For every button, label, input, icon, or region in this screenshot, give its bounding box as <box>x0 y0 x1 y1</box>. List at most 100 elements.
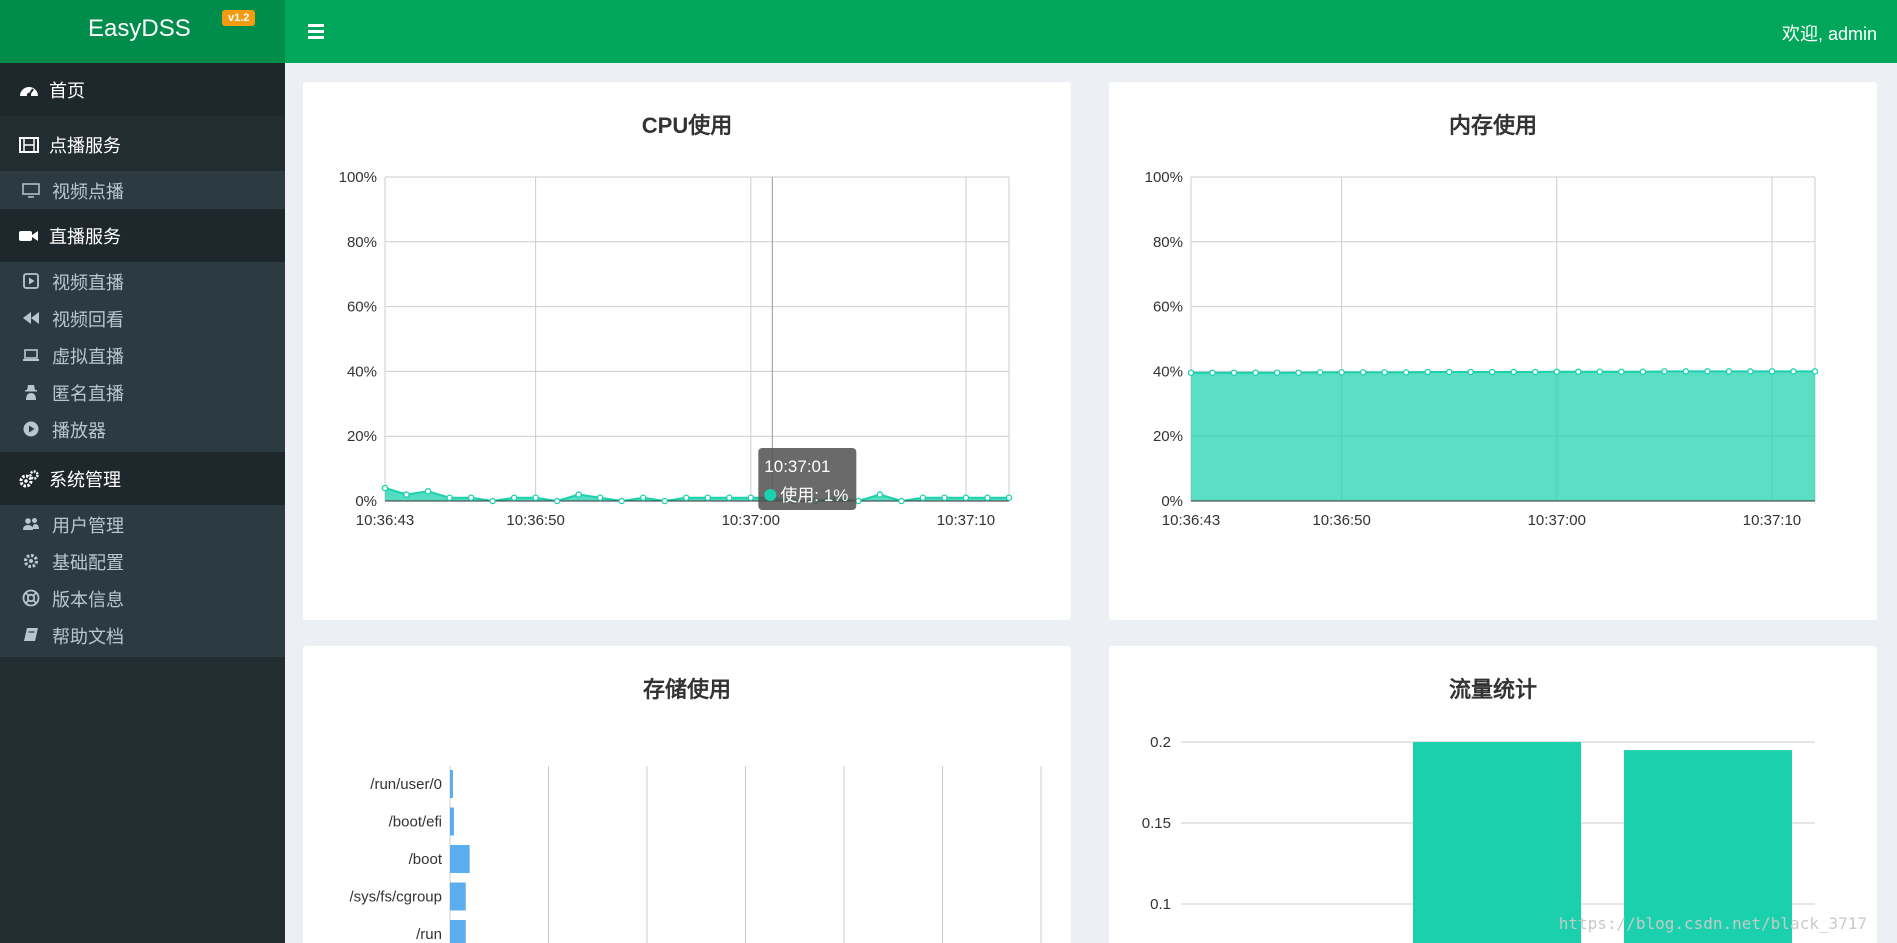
category-label: /boot/efi <box>389 814 442 831</box>
data-point <box>1575 368 1582 375</box>
tooltip-time: 10:37:01 <box>764 457 830 476</box>
data-point <box>1467 368 1474 376</box>
data-point <box>682 494 690 502</box>
category-label: /run/user/0 <box>370 776 442 793</box>
data-point <box>1682 368 1690 375</box>
sidebar: 首页 点播服务 视频点播 直播服务 视频直播 视频回看 虚拟直播 匿名直播 播放… <box>0 63 285 943</box>
traffic-stats-chart: 0.1 0.15 0.2 <box>1142 734 1815 943</box>
sidebar-item-label: 视频点播 <box>52 182 124 202</box>
play-square-icon <box>23 273 39 289</box>
tooltip-series-marker <box>764 489 777 501</box>
sidebar-section-system[interactable]: 系统管理 <box>0 452 285 505</box>
y-tick-label: 60% <box>347 299 377 316</box>
data-point <box>381 484 389 492</box>
logo-area[interactable]: EasyDSS v1.2 <box>0 0 285 63</box>
watermark: https://blog.csdn.net/black_3717 <box>1558 914 1867 933</box>
storage-bar <box>450 770 453 798</box>
data-point <box>1768 368 1776 375</box>
sidebar-item-player[interactable]: 播放器 <box>0 410 285 447</box>
sidebar-item-video-live[interactable]: 视频直播 <box>0 262 285 299</box>
data-point <box>1790 368 1797 375</box>
y-tick-label: 60% <box>1153 299 1183 316</box>
data-point <box>403 491 410 498</box>
sidebar-item-home[interactable]: 首页 <box>0 63 285 116</box>
hamburger-menu-icon[interactable] <box>303 18 329 44</box>
sidebar-item-user-management[interactable]: 用户管理 <box>0 505 285 542</box>
memory-usage-chart: 0% 20% 40% 60% 80% 100% 10:36:43 10:36:50 10:37:… <box>1145 169 1819 529</box>
sidebar-section-label: 点播服务 <box>49 136 121 156</box>
data-point <box>618 497 625 505</box>
film-icon <box>19 137 39 153</box>
sidebar-section-live[interactable]: 直播服务 <box>0 209 285 262</box>
y-tick-label: 0.15 <box>1142 815 1171 832</box>
x-tick-label: 10:36:43 <box>1162 512 1220 529</box>
storage-bar <box>450 845 470 873</box>
sidebar-item-video-playback[interactable]: 视频回看 <box>0 299 285 336</box>
y-tick-label: 0.2 <box>1150 734 1171 751</box>
sidebar-item-label: 版本信息 <box>52 590 124 610</box>
data-point <box>898 497 905 505</box>
storage-bar <box>450 807 454 836</box>
video-camera-icon <box>19 231 38 241</box>
data-point <box>1747 368 1754 375</box>
sidebar-item-label: 视频直播 <box>52 273 124 293</box>
sidebar-item-label: 用户管理 <box>52 516 124 536</box>
data-point <box>639 494 647 502</box>
data-point <box>1338 369 1345 376</box>
data-point <box>1424 368 1431 376</box>
data-point <box>962 494 970 502</box>
data-point <box>575 491 582 498</box>
sidebar-section-label: 直播服务 <box>49 227 121 247</box>
data-point <box>596 494 604 502</box>
vod-submenu: 视频点播 <box>0 171 285 209</box>
storage-usage-panel: 存储使用 /run/user/0/boot/efi/boot/sys/fs/cg… <box>303 646 1071 943</box>
data-point <box>1273 369 1281 376</box>
sidebar-item-basic-config[interactable]: 基础配置 <box>0 542 285 579</box>
x-tick-label: 10:36:43 <box>356 512 414 529</box>
book-icon <box>24 628 38 641</box>
data-point <box>1187 369 1195 376</box>
category-label: /sys/fs/cgroup <box>349 889 442 906</box>
y-tick-label: 0% <box>1161 493 1183 510</box>
sidebar-section-vod[interactable]: 点播服务 <box>0 118 285 171</box>
data-point <box>1488 368 1496 376</box>
data-point <box>1532 368 1539 376</box>
y-tick-label: 20% <box>1153 428 1183 445</box>
sidebar-item-label: 虚拟直播 <box>52 347 124 367</box>
storage-bar <box>450 882 466 911</box>
data-point <box>855 497 862 505</box>
logo-text: EasyDSS <box>88 15 191 42</box>
version-badge: v1.2 <box>222 10 256 26</box>
x-tick-label: 10:37:10 <box>937 512 995 529</box>
x-tick-label: 10:37:00 <box>1528 512 1586 529</box>
users-icon <box>23 518 39 530</box>
traffic-bar <box>1413 742 1581 943</box>
data-point <box>984 494 991 502</box>
tooltip-value: 使用: 1% <box>780 485 848 505</box>
sidebar-item-virtual-live[interactable]: 虚拟直播 <box>0 336 285 373</box>
data-point <box>1618 368 1625 375</box>
data-point <box>553 497 561 505</box>
data-point <box>1381 369 1388 376</box>
sidebar-item-anonymous-live[interactable]: 匿名直播 <box>0 373 285 410</box>
laptop-icon <box>23 349 39 361</box>
sidebar-item-help-docs[interactable]: 帮助文档 <box>0 616 285 653</box>
sidebar-item-version-info[interactable]: 版本信息 <box>0 579 285 616</box>
data-point <box>489 497 496 505</box>
welcome-user-menu[interactable]: 欢迎, admin <box>1782 20 1877 46</box>
y-tick-label: 100% <box>339 169 377 186</box>
data-point <box>424 488 432 495</box>
data-point <box>1510 368 1518 376</box>
data-point <box>1402 369 1410 376</box>
user-secret-icon <box>25 385 37 400</box>
sidebar-item-label: 视频回看 <box>52 310 124 330</box>
chart-tooltip: 10:37:01 使用: 1% <box>758 448 857 510</box>
data-point <box>876 491 884 498</box>
play-circle-icon <box>23 421 39 437</box>
data-point <box>704 494 712 502</box>
sidebar-item-video-vod[interactable]: 视频点播 <box>0 171 285 208</box>
sidebar-item-label: 帮助文档 <box>52 627 124 647</box>
cpu-usage-panel: CPU使用 0% 20% 40% 60% 80% 100% 10:36:43 10:36:50… <box>303 82 1071 620</box>
data-point <box>1811 368 1819 375</box>
data-point <box>1661 368 1668 375</box>
